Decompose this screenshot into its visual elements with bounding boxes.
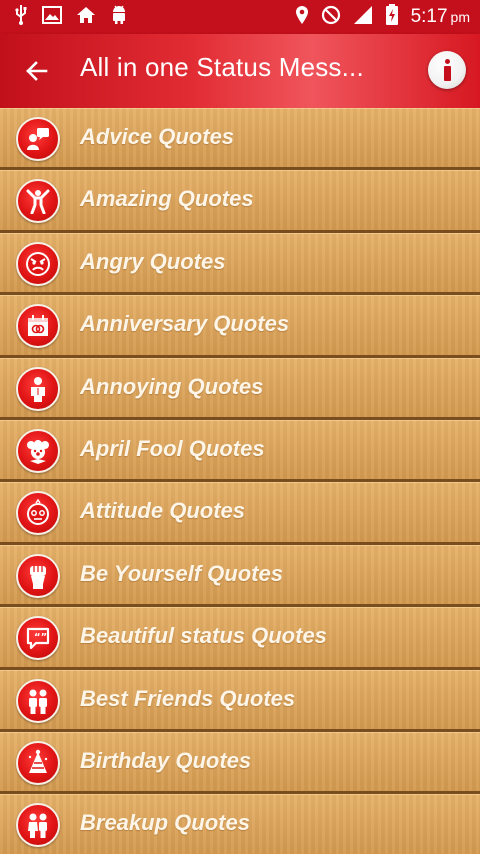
do-not-disturb-icon xyxy=(321,5,341,29)
android-icon xyxy=(110,5,128,29)
list-item-label: Annoying Quotes xyxy=(80,373,264,399)
list-item-label: Be Yourself Quotes xyxy=(80,560,283,586)
clock-time: 5:17 xyxy=(410,6,448,27)
amazing-icon xyxy=(16,179,60,224)
couple-icon xyxy=(16,803,60,848)
list-item-label: Birthday Quotes xyxy=(80,747,252,773)
home-icon xyxy=(76,6,96,28)
app-bar: All in one Status Mess... xyxy=(0,34,480,108)
friends-icon xyxy=(16,678,60,723)
list-item-birthday[interactable]: Birthday Quotes xyxy=(0,731,480,795)
list-item-attitude[interactable]: Attitude Quotes xyxy=(0,482,480,545)
list-item-best-friends[interactable]: Best Friends Quotes xyxy=(0,669,480,732)
list-item-label: Amazing Quotes xyxy=(80,186,254,212)
image-icon xyxy=(42,6,62,28)
app-title: All in one Status Mess... xyxy=(80,52,364,82)
list-item-angry[interactable]: Angry Quotes xyxy=(0,232,480,296)
list-item-label: Angry Quotes xyxy=(80,248,226,274)
clock: 5:17 pm xyxy=(411,6,470,28)
anniversary-calendar-icon xyxy=(16,304,60,349)
list-item-label: Anniversary Quotes xyxy=(80,311,290,337)
quote-bubble-icon: “” xyxy=(16,616,60,661)
list-item-beautiful-status[interactable]: “” Beautiful status Quotes xyxy=(0,607,480,670)
location-icon xyxy=(295,5,309,29)
list-item-anniversary[interactable]: Anniversary Quotes xyxy=(0,295,480,358)
raised-fist-icon xyxy=(16,553,60,598)
list-item-breakup[interactable]: Breakup Quotes xyxy=(0,794,480,854)
list-item-label: April Fool Quotes xyxy=(80,435,265,461)
category-list: Advice Quotes Amazing Quotes Angry Quote… xyxy=(0,108,480,854)
list-item-be-yourself[interactable]: Be Yourself Quotes xyxy=(0,544,480,608)
list-item-label: Breakup Quotes xyxy=(80,810,250,836)
advice-icon xyxy=(16,117,60,161)
list-item-amazing[interactable]: Amazing Quotes xyxy=(0,170,480,233)
attitude-face-icon xyxy=(16,491,60,536)
back-button[interactable] xyxy=(18,52,56,90)
clown-icon xyxy=(16,428,60,473)
svg-text:“”: “” xyxy=(34,632,47,643)
list-item-label: Beautiful status Quotes xyxy=(80,623,327,649)
info-button[interactable] xyxy=(428,51,466,89)
list-item-label: Best Friends Quotes xyxy=(80,685,296,711)
list-item-april-fool[interactable]: April Fool Quotes xyxy=(0,419,480,483)
battery-charging-icon xyxy=(385,4,399,30)
list-item-advice[interactable]: Advice Quotes xyxy=(0,108,480,171)
list-item-label: Advice Quotes xyxy=(80,124,235,149)
status-bar: 5:17 pm xyxy=(0,0,480,34)
usb-icon xyxy=(14,5,28,29)
list-item-annoying[interactable]: Annoying Quotes xyxy=(0,357,480,420)
angry-face-icon xyxy=(16,241,60,286)
clock-ampm: pm xyxy=(450,9,470,25)
party-hat-icon xyxy=(16,740,60,785)
list-item-label: Attitude Quotes xyxy=(80,498,245,524)
signal-icon xyxy=(353,5,373,29)
annoying-person-icon xyxy=(16,366,60,411)
arrow-back-icon xyxy=(26,61,48,81)
